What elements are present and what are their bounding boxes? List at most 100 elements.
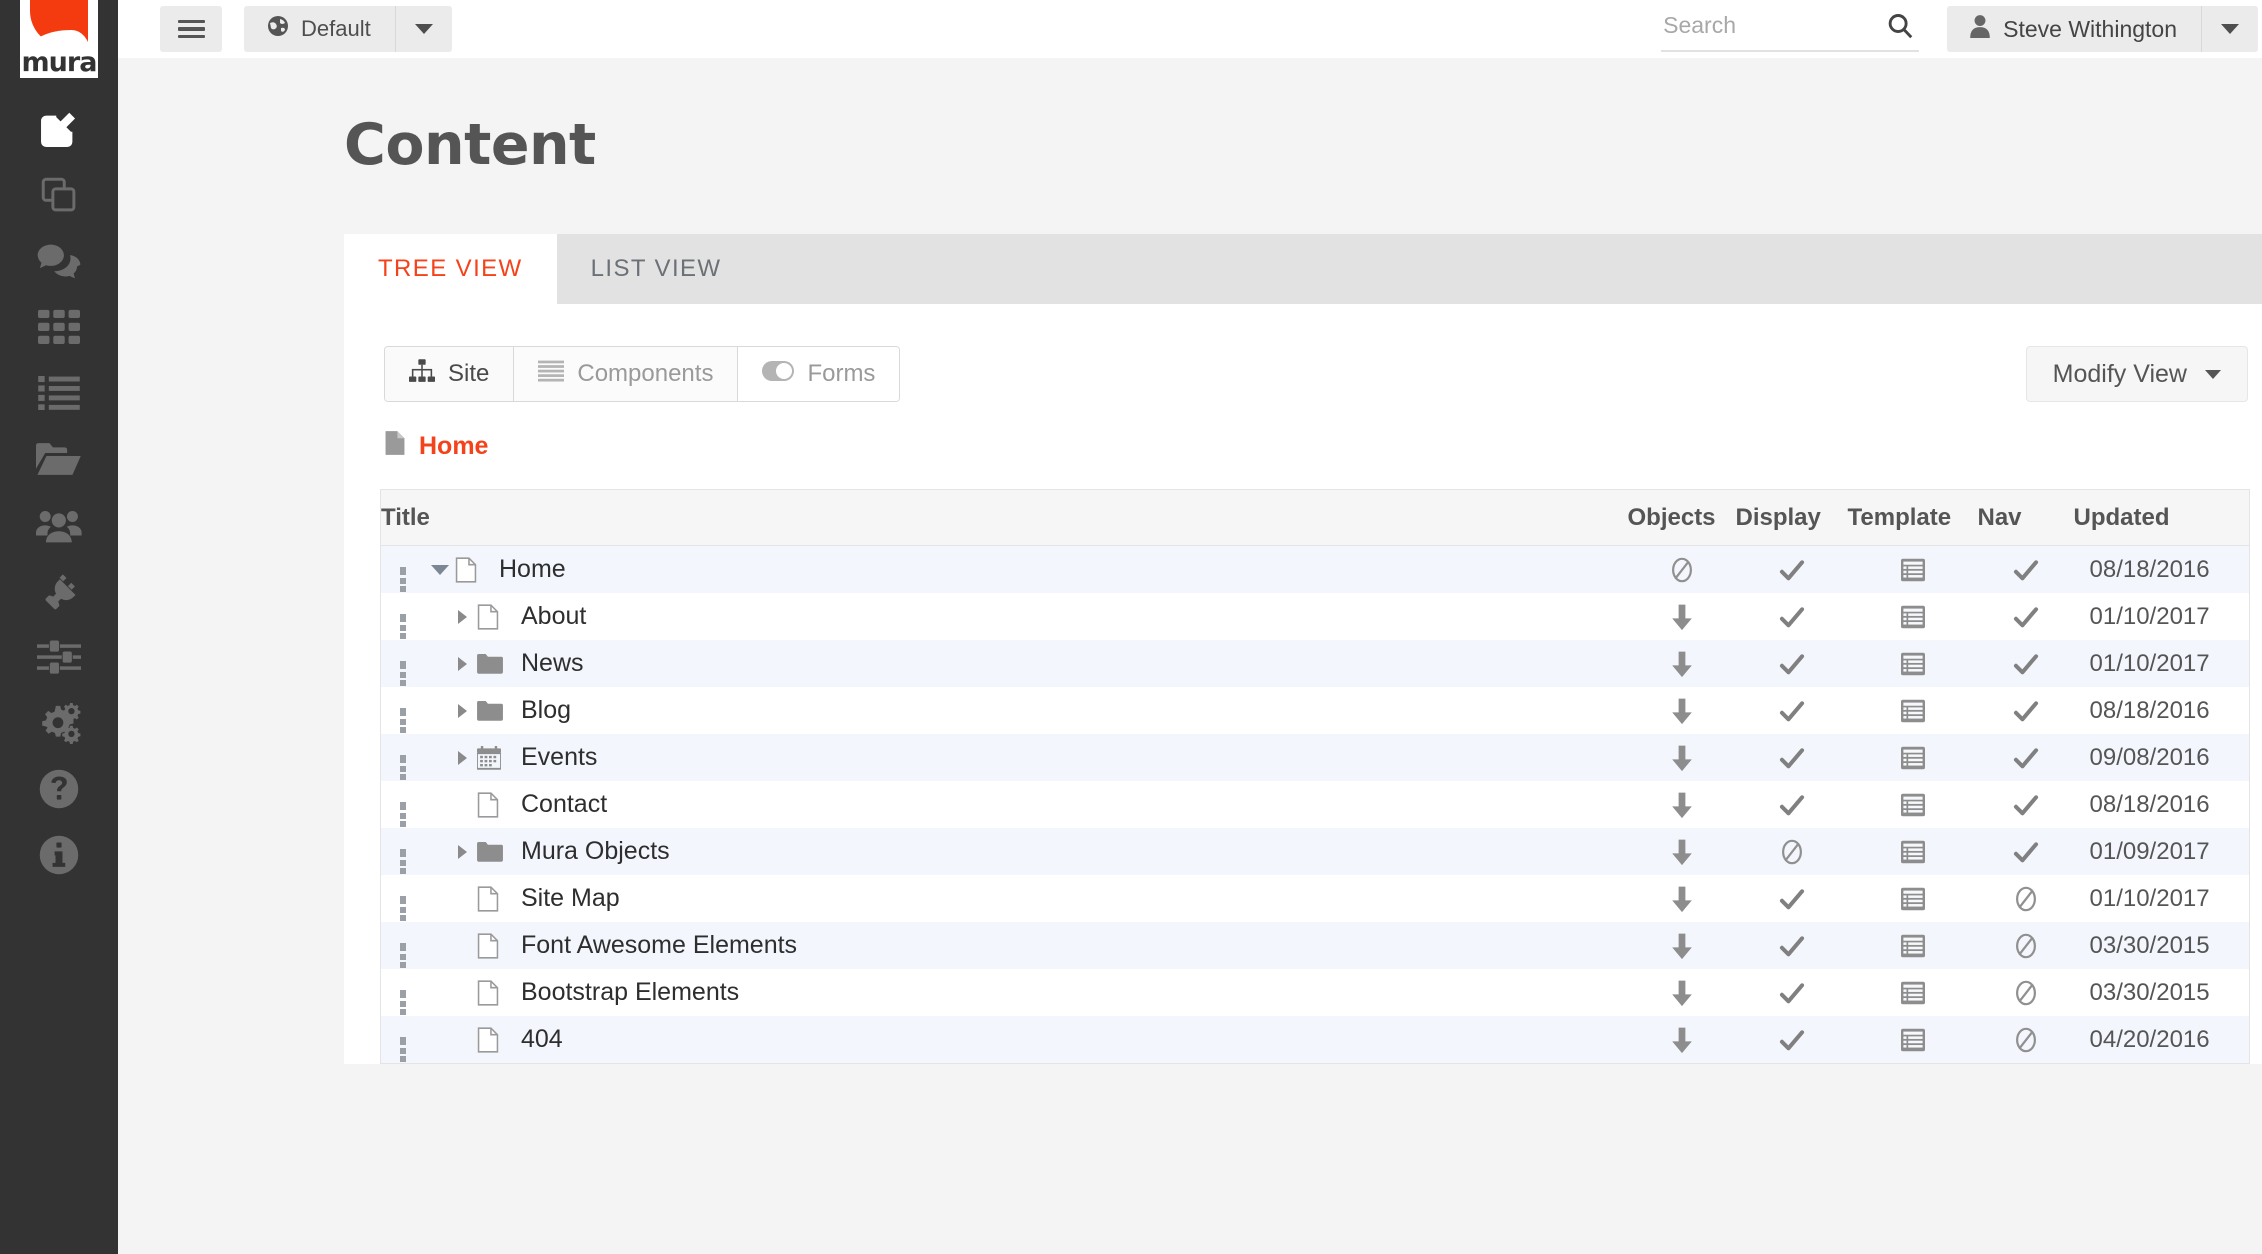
row-drag-handle[interactable]: [381, 893, 425, 921]
cell-nav[interactable]: [1978, 969, 2074, 1016]
row-title-label[interactable]: 404: [511, 1025, 563, 1054]
cell-display[interactable]: [1736, 875, 1848, 922]
sidebar-item-about[interactable]: [0, 822, 118, 888]
search-input[interactable]: [1661, 11, 1872, 45]
table-row[interactable]: Bootstrap Elements 03/30/2015: [380, 969, 2250, 1016]
row-title-label[interactable]: Site Map: [511, 884, 620, 913]
row-title-label[interactable]: Blog: [511, 696, 571, 725]
table-row[interactable]: 404 04/20/2016: [380, 1016, 2250, 1064]
cell-display[interactable]: [1736, 593, 1848, 640]
row-drag-handle[interactable]: [381, 799, 425, 827]
cell-display[interactable]: [1736, 546, 1848, 594]
table-row[interactable]: Blog 08/18/2016: [380, 687, 2250, 734]
sidebar-item-apps[interactable]: [0, 294, 118, 360]
row-drag-handle[interactable]: [381, 940, 425, 968]
cell-display[interactable]: [1736, 969, 1848, 1016]
cell-objects[interactable]: [1628, 593, 1736, 640]
cell-objects[interactable]: [1628, 828, 1736, 875]
row-title-label[interactable]: Mura Objects: [511, 837, 670, 866]
cell-objects[interactable]: [1628, 922, 1736, 969]
tab-list-view[interactable]: LIST VIEW: [557, 234, 756, 304]
cell-template[interactable]: [1848, 640, 1978, 687]
sidebar-item-content[interactable]: [0, 162, 118, 228]
tree-expand-twisty[interactable]: [447, 750, 477, 765]
user-menu[interactable]: Steve Withington: [1947, 6, 2258, 52]
cell-display[interactable]: [1736, 922, 1848, 969]
sidebar-item-settings[interactable]: [0, 624, 118, 690]
search-box[interactable]: [1661, 6, 1920, 52]
row-title-label[interactable]: Events: [511, 743, 597, 772]
row-drag-handle[interactable]: [381, 846, 425, 874]
source-button-site[interactable]: Site: [385, 347, 515, 401]
column-header-objects[interactable]: Objects: [1627, 489, 1736, 546]
breadcrumb[interactable]: Home: [344, 402, 2262, 463]
cell-template[interactable]: [1848, 687, 1978, 734]
mura-logo[interactable]: mura: [20, 0, 98, 78]
cell-nav[interactable]: [1978, 687, 2074, 734]
row-title-label[interactable]: Contact: [511, 790, 607, 819]
sidebar-item-files[interactable]: [0, 426, 118, 492]
site-selector[interactable]: Default: [244, 6, 452, 52]
cell-objects[interactable]: [1628, 687, 1736, 734]
table-row[interactable]: Font Awesome Elements 03/30/2015: [380, 922, 2250, 969]
sidebar-item-edit[interactable]: [0, 96, 118, 162]
table-row[interactable]: About 01/10/2017: [380, 593, 2250, 640]
row-title-label[interactable]: Home: [489, 555, 566, 584]
user-menu-caret[interactable]: [2202, 24, 2258, 34]
hamburger-icon[interactable]: [160, 6, 222, 52]
column-header-updated[interactable]: Updated: [2073, 489, 2250, 546]
cell-nav[interactable]: [1978, 781, 2074, 828]
cell-template[interactable]: [1848, 969, 1978, 1016]
cell-template[interactable]: [1848, 781, 1978, 828]
sidebar-item-lists[interactable]: [0, 360, 118, 426]
row-title-label[interactable]: Bootstrap Elements: [511, 978, 739, 1007]
cell-objects[interactable]: [1628, 734, 1736, 781]
row-drag-handle[interactable]: [381, 658, 425, 686]
cell-nav[interactable]: [1978, 828, 2074, 875]
table-row[interactable]: Events 09/08/2016: [380, 734, 2250, 781]
row-drag-handle[interactable]: [381, 705, 425, 733]
cell-objects[interactable]: [1628, 875, 1736, 922]
cell-nav[interactable]: [1978, 875, 2074, 922]
sidebar-item-plugins[interactable]: [0, 558, 118, 624]
column-header-nav[interactable]: Nav: [1977, 489, 2074, 546]
column-header-template[interactable]: Template: [1847, 489, 1978, 546]
cell-objects[interactable]: [1628, 546, 1736, 594]
sidebar-item-config[interactable]: [0, 690, 118, 756]
row-drag-handle[interactable]: [381, 752, 425, 780]
cell-display[interactable]: [1736, 1016, 1848, 1064]
tree-collapse-twisty[interactable]: [425, 564, 455, 575]
cell-template[interactable]: [1848, 546, 1978, 594]
sidebar-item-comments[interactable]: [0, 228, 118, 294]
cell-nav[interactable]: [1978, 922, 2074, 969]
cell-objects[interactable]: [1628, 969, 1736, 1016]
row-drag-handle[interactable]: [381, 611, 425, 639]
cell-display[interactable]: [1736, 687, 1848, 734]
table-row[interactable]: Contact 08/18/2016: [380, 781, 2250, 828]
row-drag-handle[interactable]: [381, 1034, 425, 1062]
row-drag-handle[interactable]: [381, 564, 425, 592]
cell-display[interactable]: [1736, 734, 1848, 781]
cell-display[interactable]: [1736, 781, 1848, 828]
tab-tree-view[interactable]: TREE VIEW: [344, 234, 557, 304]
cell-template[interactable]: [1848, 922, 1978, 969]
cell-nav[interactable]: [1978, 546, 2074, 594]
cell-template[interactable]: [1848, 734, 1978, 781]
table-row[interactable]: Site Map 01/10/2017: [380, 875, 2250, 922]
table-row[interactable]: Home 08/18/2016: [380, 545, 2250, 594]
cell-template[interactable]: [1848, 1016, 1978, 1064]
modify-view-button[interactable]: Modify View: [2025, 346, 2248, 402]
cell-objects[interactable]: [1628, 781, 1736, 828]
source-button-components[interactable]: Components: [514, 347, 739, 401]
tree-expand-twisty[interactable]: [447, 609, 477, 624]
cell-nav[interactable]: [1978, 734, 2074, 781]
row-title-label[interactable]: News: [511, 649, 584, 678]
tree-expand-twisty[interactable]: [447, 703, 477, 718]
source-button-forms[interactable]: Forms: [738, 347, 900, 401]
row-title-label[interactable]: About: [511, 602, 586, 631]
cell-template[interactable]: [1848, 593, 1978, 640]
cell-template[interactable]: [1848, 875, 1978, 922]
site-selector-caret[interactable]: [396, 24, 452, 34]
table-row[interactable]: News 01/10/2017: [380, 640, 2250, 687]
tree-expand-twisty[interactable]: [447, 656, 477, 671]
